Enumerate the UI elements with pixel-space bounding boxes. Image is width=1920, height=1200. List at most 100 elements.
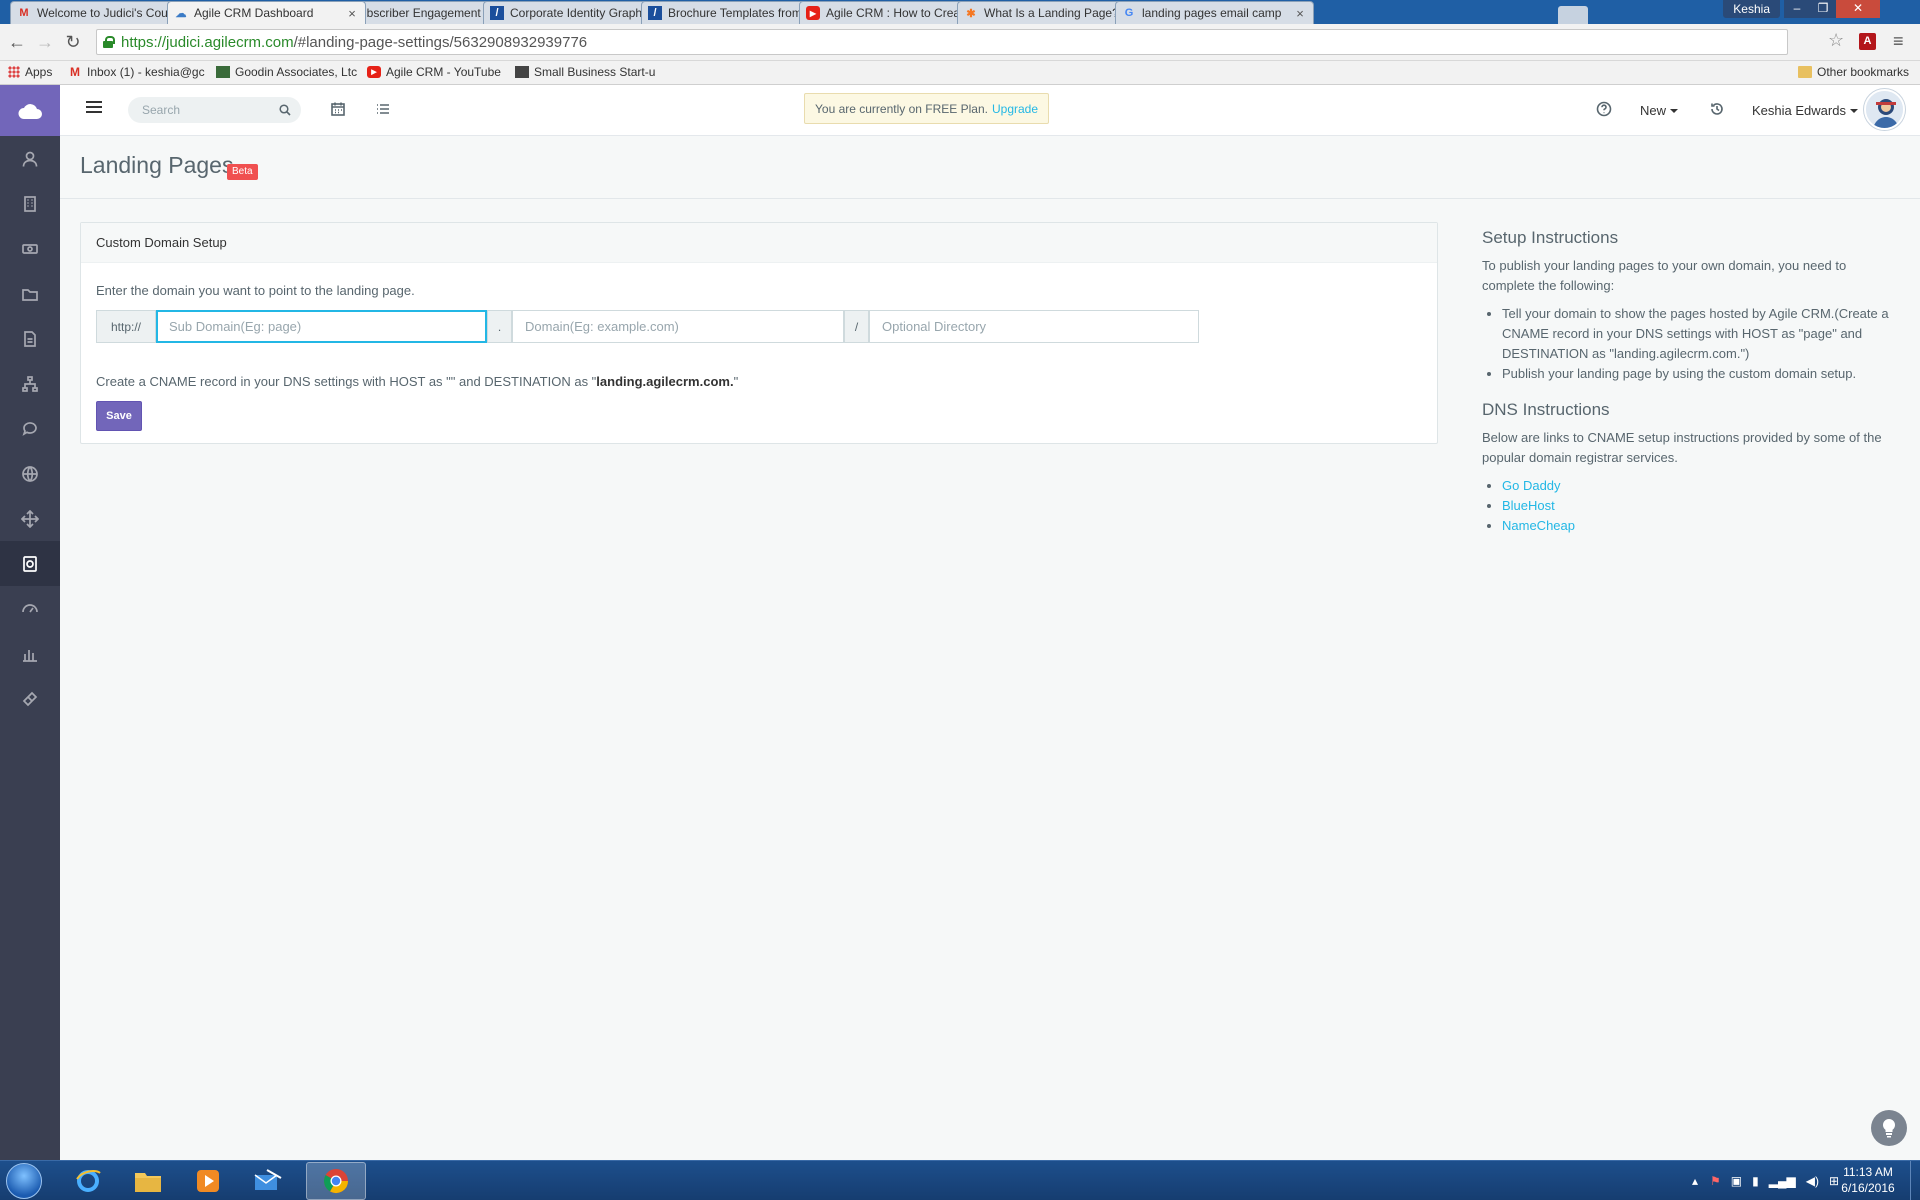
email-client-icon[interactable]: [238, 1162, 298, 1200]
bookmark-inbox[interactable]: M Inbox (1) - keshia@gc: [68, 65, 205, 79]
domain-instruction: Enter the domain you want to point to th…: [96, 283, 415, 298]
sidebar-item-cases[interactable]: [0, 271, 60, 316]
agile-cloud-icon: ☁: [175, 7, 187, 20]
taskbar-clock[interactable]: 11:13 AM 6/16/2016: [1833, 1164, 1903, 1196]
sidebar-item-contacts[interactable]: [0, 136, 60, 181]
document-icon: [24, 330, 36, 347]
forward-icon[interactable]: →: [34, 31, 56, 53]
namecheap-link[interactable]: NameCheap: [1502, 518, 1575, 533]
bookmark-other[interactable]: Other bookmarks: [1798, 65, 1909, 79]
cloud-icon: [18, 103, 42, 119]
slash-separator: /: [844, 310, 869, 343]
youtube-icon: ▶: [367, 66, 381, 78]
sidebar-item-deals[interactable]: [0, 226, 60, 271]
sidebar-item-companies[interactable]: [0, 181, 60, 226]
subdomain-input[interactable]: [156, 310, 487, 343]
show-desktop-button[interactable]: [1910, 1161, 1920, 1200]
search-icon[interactable]: [279, 104, 291, 116]
cname-destination: landing.agilecrm.com.: [596, 374, 734, 389]
window-user-badge: Keshia: [1723, 0, 1780, 18]
site-icon: [216, 66, 230, 78]
back-icon[interactable]: ←: [6, 31, 28, 53]
building-icon: [24, 195, 36, 212]
agile-crm-app: You are currently on FREE Plan. Upgrade …: [0, 85, 1920, 1160]
new-dropdown[interactable]: New: [1640, 85, 1679, 136]
close-tab-icon[interactable]: ×: [1293, 6, 1307, 21]
internet-explorer-icon[interactable]: [58, 1162, 118, 1200]
gmail-icon: M: [70, 65, 80, 79]
url-input[interactable]: https://judici.agilecrm.com/#landing-pag…: [96, 29, 1788, 55]
folder-icon: [22, 288, 38, 301]
bookmark-apps[interactable]: Apps: [8, 65, 52, 79]
move-icon: [21, 509, 39, 528]
new-tab-button[interactable]: [1558, 6, 1588, 24]
tray-expand-icon[interactable]: ▴: [1692, 1174, 1698, 1188]
chrome-taskbar-icon[interactable]: [306, 1162, 366, 1200]
agile-logo[interactable]: [0, 85, 60, 136]
bookmark-goodin[interactable]: Goodin Associates, Ltc: [216, 65, 357, 79]
chrome-menu-icon[interactable]: ≡: [1893, 31, 1904, 52]
media-player-icon[interactable]: [178, 1162, 238, 1200]
device-icon[interactable]: ▣: [1731, 1174, 1742, 1188]
calendar-icon[interactable]: [330, 101, 348, 119]
power-icon[interactable]: ▮: [1752, 1174, 1759, 1188]
sidebar-item-landing-pages[interactable]: [0, 541, 60, 586]
plan-notice: You are currently on FREE Plan. Upgrade: [804, 93, 1050, 124]
landing-page-icon: [23, 555, 37, 572]
user-menu[interactable]: Keshia Edwards: [1752, 85, 1858, 136]
bookmark-star-icon[interactable]: ☆: [1828, 30, 1844, 51]
bookmark-youtube[interactable]: ▶ Agile CRM - YouTube: [367, 65, 501, 79]
money-icon: [22, 243, 38, 254]
cname-hint: Create a CNAME record in your DNS settin…: [96, 374, 739, 389]
globe-icon: [22, 465, 38, 482]
help-lightbulb-button[interactable]: [1871, 1110, 1907, 1146]
custom-domain-panel: Custom Domain Setup Enter the domain you…: [80, 222, 1438, 444]
gauge-icon: [22, 603, 38, 613]
domain-input-group: http:// . /: [96, 310, 1199, 343]
page-header: Landing Pages Beta: [60, 136, 1920, 199]
acrobat-extension-icon[interactable]: A: [1859, 33, 1876, 50]
action-center-icon[interactable]: ⚑: [1710, 1174, 1721, 1188]
godaddy-link[interactable]: Go Daddy: [1502, 478, 1561, 493]
avatar[interactable]: [1864, 89, 1905, 130]
window-close-icon[interactable]: ✕: [1836, 0, 1880, 18]
bluehost-link[interactable]: BlueHost: [1502, 498, 1555, 513]
beta-badge: Beta: [227, 164, 258, 180]
chat-icon: [22, 421, 37, 436]
save-button[interactable]: Save: [96, 401, 142, 431]
minimize-icon[interactable]: –: [1784, 0, 1810, 18]
browser-tab[interactable]: G landing pages email camp ×: [1115, 1, 1314, 24]
help-icon[interactable]: [1596, 101, 1614, 119]
sidebar-toggle-icon[interactable]: [86, 101, 102, 117]
sidebar-item-reports[interactable]: [0, 631, 60, 676]
system-tray: ▴ ⚑ ▣ ▮ ▂▄▆ ◀) ⊞: [1692, 1161, 1839, 1200]
start-button[interactable]: [6, 1163, 42, 1199]
scheme-prefix: http://: [96, 310, 156, 343]
directory-input[interactable]: [869, 310, 1199, 343]
sidebar-item-integrations[interactable]: [0, 496, 60, 541]
network-icon[interactable]: ▂▄▆: [1769, 1174, 1796, 1188]
search-box[interactable]: [128, 97, 301, 123]
sidebar-item-chat[interactable]: [0, 406, 60, 451]
close-tab-icon[interactable]: ×: [345, 6, 359, 21]
file-explorer-icon[interactable]: [118, 1162, 178, 1200]
sidebar-item-tickets[interactable]: [0, 676, 60, 721]
reload-icon[interactable]: ↻: [62, 31, 84, 53]
google-icon: G: [1124, 7, 1134, 19]
search-input[interactable]: [142, 103, 279, 117]
domain-input[interactable]: [512, 310, 844, 343]
task-list-icon[interactable]: [375, 101, 393, 119]
volume-icon[interactable]: ◀): [1806, 1174, 1819, 1188]
maximize-icon[interactable]: ❐: [1810, 0, 1836, 18]
registrar-links: Go Daddy BlueHost NameCheap: [1502, 476, 1902, 536]
history-icon[interactable]: [1709, 101, 1727, 119]
upgrade-link[interactable]: Upgrade: [992, 102, 1038, 116]
bar-chart-icon: [23, 649, 37, 662]
sidebar-item-documents[interactable]: [0, 316, 60, 361]
bookmark-small-business[interactable]: Small Business Start-u: [515, 65, 655, 79]
sidebar-item-campaigns[interactable]: [0, 361, 60, 406]
browser-tab-strip: M Welcome to Judici's Cour × ☁ Agile CRM…: [0, 0, 1920, 24]
browser-tab-active[interactable]: ☁ Agile CRM Dashboard ×: [167, 1, 366, 24]
sidebar-item-dashboard[interactable]: [0, 586, 60, 631]
sidebar-item-web[interactable]: [0, 451, 60, 496]
